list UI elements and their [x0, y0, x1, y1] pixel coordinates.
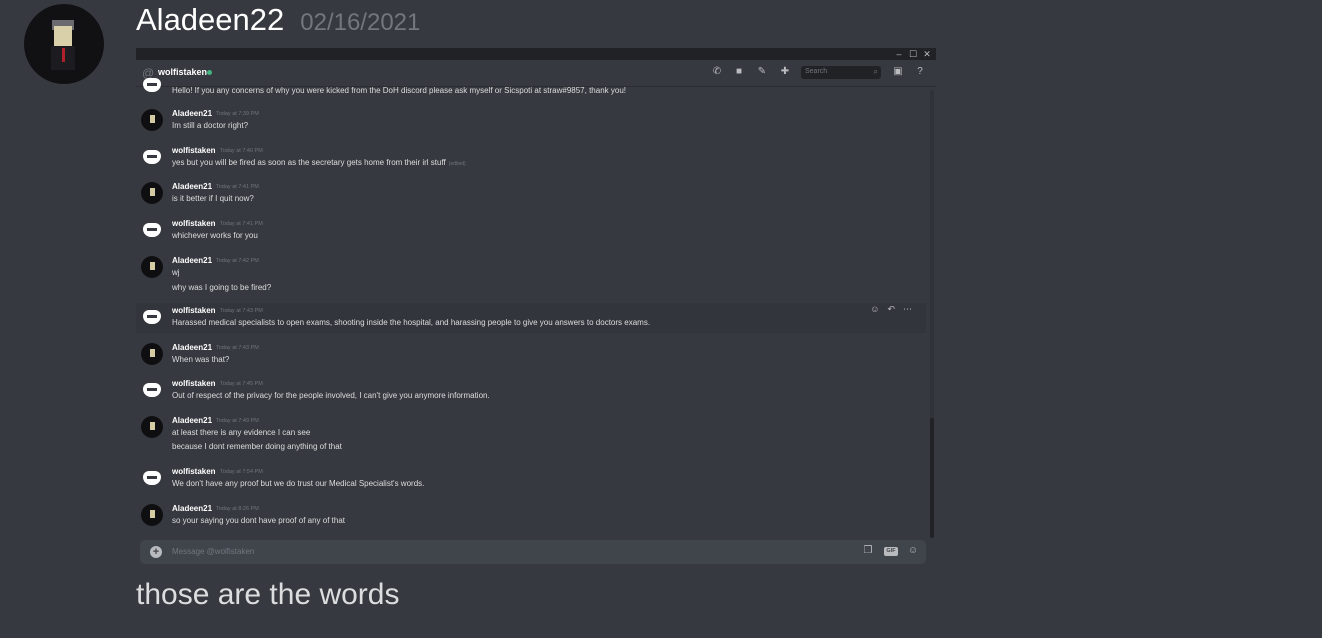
online-status-dot [207, 70, 212, 75]
message-text: why was I going to be fired? [172, 283, 272, 292]
message-list: Hello! If you any concerns of why you we… [136, 78, 936, 538]
message-text: Hello! If you any concerns of why you we… [172, 86, 626, 95]
avatar-tie [62, 48, 65, 62]
window-titlebar: – ☐ ✕ [136, 48, 936, 60]
message-author: Aladeen21 [172, 182, 213, 191]
attach-plus-icon: + [150, 546, 162, 558]
avatar-face [54, 26, 72, 46]
aladeen-avatar [141, 343, 163, 365]
message-text: is it better if I quit now? [172, 194, 254, 203]
message: Aladeen21 Today at 7:41 PM is it better … [136, 179, 926, 209]
wolf-avatar [141, 306, 163, 328]
help-icon: ? [917, 66, 923, 77]
message-text: Out of respect of the privacy for the pe… [172, 391, 490, 400]
message-text: When was that? [172, 355, 230, 364]
message-author: Aladeen21 [172, 504, 213, 513]
message: wolfistaken Today at 7:40 PM yes but you… [136, 143, 926, 173]
message-text: yes but you will be fired as soon as the… [172, 158, 466, 167]
message-text: wj [172, 268, 180, 277]
aladeen-avatar [141, 416, 163, 438]
message-time: Today at 7:43 PM [216, 345, 259, 351]
message-text: Harassed medical specialists to open exa… [172, 318, 651, 327]
message-author: wolfistaken [172, 306, 216, 315]
wolf-avatar [141, 74, 163, 96]
message-text-body: yes but you will be fired as soon as the… [172, 158, 446, 167]
message-composer: + Message @wolfistaken ❒ GIF ☺ [140, 540, 926, 564]
gif-icon: GIF [884, 547, 898, 556]
message: Aladeen21 Today at 7:42 PM wj why was I … [136, 253, 926, 297]
message-time: Today at 7:42 PM [216, 258, 259, 264]
reply-icon: ↶ [887, 304, 895, 314]
minimize-icon: – [896, 49, 902, 59]
message-author: Aladeen21 [172, 109, 213, 118]
message-text: Im still a doctor right? [172, 121, 249, 130]
add-reaction-icon: ☺ [870, 304, 880, 314]
message-time: Today at 7:54 PM [220, 469, 263, 475]
message-text: so your saying you dont have proof of an… [172, 516, 345, 525]
message: Hello! If you any concerns of why you we… [136, 78, 926, 100]
message-time: Today at 7:39 PM [216, 111, 259, 117]
inbox-icon: ▣ [893, 66, 903, 77]
wolf-avatar [141, 219, 163, 241]
message-time: Today at 8:26 PM [216, 506, 259, 512]
message-text: We don't have any proof but we do trust … [172, 479, 425, 488]
message-time: Today at 7:45 PM [220, 381, 263, 387]
edited-tag: (edited) [448, 161, 466, 167]
message: wolfistaken Today at 7:54 PM We don't ha… [136, 464, 926, 494]
message-hovered: wolfistaken Today at 7:43 PM Harassed me… [136, 303, 926, 333]
gift-icon: ❒ [863, 545, 873, 556]
close-icon: ✕ [923, 49, 931, 59]
pin-icon: ✎ [757, 66, 767, 77]
channel-name: wolfistaken [158, 67, 208, 77]
message-text: at least there is any evidence I can see [172, 428, 311, 437]
wolf-avatar [141, 146, 163, 168]
message-text: because I dont remember doing anything o… [172, 442, 342, 451]
post-message-text: those are the words [136, 578, 400, 611]
wolf-avatar [141, 467, 163, 489]
message-author: wolfistaken [172, 146, 216, 155]
composer-placeholder: Message @wolfistaken [172, 547, 255, 556]
message-time: Today at 7:41 PM [220, 221, 263, 227]
emoji-icon: ☺ [907, 545, 919, 556]
post-header: Aladeen22 02/16/2021 [136, 2, 420, 42]
video-icon: ■ [735, 66, 743, 77]
message: Aladeen21 Today at 7:39 PM Im still a do… [136, 106, 926, 136]
message-time: Today at 7:43 PM [220, 308, 263, 314]
message: Aladeen21 Today at 8:26 PM so your sayin… [136, 501, 926, 531]
message-author: wolfistaken [172, 467, 216, 476]
search-icon: ⌕ [873, 67, 878, 76]
aladeen-avatar [141, 109, 163, 131]
search-box: Search ⌕ [801, 66, 881, 79]
message-author: wolfistaken [172, 379, 216, 388]
outer-avatar[interactable] [24, 4, 104, 84]
aladeen-avatar [141, 256, 163, 278]
message: Aladeen21 Today at 7:49 PM at least ther… [136, 413, 926, 457]
post-timestamp: 02/16/2021 [300, 9, 421, 36]
message-time: Today at 7:41 PM [216, 184, 259, 190]
message-time: Today at 7:40 PM [220, 148, 263, 154]
phone-icon: ✆ [712, 66, 722, 77]
message-author: Aladeen21 [172, 256, 213, 265]
message-author: wolfistaken [172, 219, 216, 228]
more-icon: ⋯ [903, 304, 912, 314]
message: wolfistaken Today at 7:45 PM Out of resp… [136, 376, 926, 406]
wolf-avatar [141, 379, 163, 401]
channel-header: @ wolfistaken ✆ ■ ✎ ✚ Search ⌕ ▣ ? [136, 60, 936, 87]
search-placeholder: Search [805, 68, 828, 75]
message: wolfistaken Today at 7:41 PM whichever w… [136, 216, 926, 246]
message: Aladeen21 Today at 7:43 PM When was that… [136, 340, 926, 370]
message-time: Today at 7:49 PM [216, 418, 259, 424]
add-member-icon: ✚ [780, 66, 790, 77]
aladeen-avatar [141, 182, 163, 204]
post-username[interactable]: Aladeen22 [136, 2, 284, 38]
aladeen-avatar [141, 504, 163, 526]
embedded-screenshot[interactable]: – ☐ ✕ @ wolfistaken ✆ ■ ✎ ✚ Search ⌕ ▣ ?… [136, 48, 936, 566]
scrollbar-thumb [930, 418, 934, 538]
message-hover-toolbar: ☺ ↶ ⋯ [870, 304, 912, 315]
message-text: whichever works for you [172, 231, 258, 240]
message-author: Aladeen21 [172, 416, 213, 425]
maximize-icon: ☐ [908, 49, 918, 59]
message-author: Aladeen21 [172, 343, 213, 352]
